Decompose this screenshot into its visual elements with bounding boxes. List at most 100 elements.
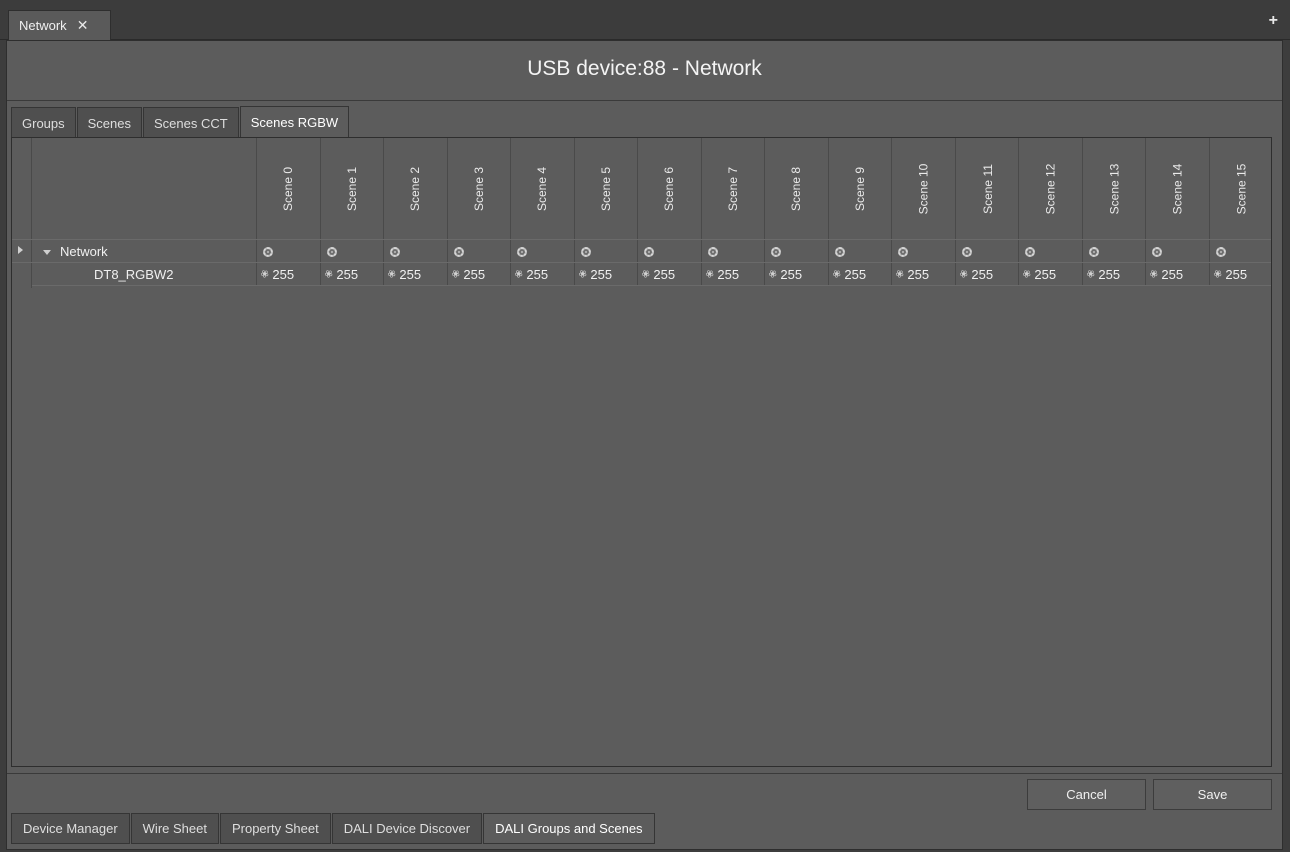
- tree-label-network: Network: [60, 244, 108, 259]
- scene-level-cell[interactable]: ❀ 255: [955, 263, 1019, 286]
- column-header-scene-11[interactable]: Scene 11: [955, 138, 1019, 240]
- column-header-scene-7[interactable]: Scene 7: [701, 138, 765, 240]
- column-header-scene-13[interactable]: Scene 13: [1082, 138, 1146, 240]
- tab-device-manager[interactable]: Device Manager: [11, 813, 130, 844]
- column-header-label: Scene 1: [345, 166, 360, 212]
- tab-scenes-rgbw[interactable]: Scenes RGBW: [239, 106, 350, 138]
- group-scene-cell[interactable]: [955, 240, 1019, 263]
- scenes-grid: Scene 0 Scene 1 Scene 2 Scene 3 Scene 4 Scene…: [11, 137, 1272, 767]
- close-icon[interactable]: ✕: [77, 17, 89, 34]
- chevron-down-icon[interactable]: [43, 250, 51, 255]
- gear-icon: [1216, 246, 1226, 257]
- view-tabs: Device Manager Wire Sheet Property Sheet…: [11, 813, 656, 844]
- save-button[interactable]: Save: [1153, 779, 1272, 810]
- column-header-scene-0[interactable]: Scene 0: [256, 138, 320, 240]
- chevron-right-icon[interactable]: [18, 246, 23, 254]
- gear-icon: [771, 246, 781, 257]
- column-header-label: Scene 0: [281, 166, 296, 212]
- group-scene-cell[interactable]: [701, 240, 765, 263]
- scene-level-value: 255: [1225, 267, 1248, 282]
- scene-level-cell[interactable]: ❀ 255: [447, 263, 511, 286]
- column-header-label: Scene 10: [916, 163, 931, 215]
- scene-level-cell[interactable]: ❀ 255: [701, 263, 765, 286]
- column-header-scene-12[interactable]: Scene 12: [1018, 138, 1082, 240]
- column-header-label: Scene 15: [1234, 163, 1249, 215]
- tree-row-network[interactable]: Network: [12, 240, 1271, 263]
- scene-level-cell[interactable]: ❀ 255: [637, 263, 701, 286]
- tree-row-dt8-rgbw2[interactable]: DT8_RGBW2 ❀ 255 ❀ 255 ❀ 255 ❀ 255 ❀ 255 ❀ 255 ❀ 255 ❀ 2…: [12, 263, 1271, 286]
- group-scene-cell[interactable]: [1145, 240, 1209, 263]
- scene-level-cell[interactable]: ❀ 255: [828, 263, 892, 286]
- network-document-tab[interactable]: Network ✕: [8, 10, 111, 40]
- column-header-scene-6[interactable]: Scene 6: [637, 138, 701, 240]
- scene-level-cell[interactable]: ❀ 255: [1018, 263, 1082, 286]
- group-scene-cell[interactable]: [510, 240, 574, 263]
- scene-level-cell[interactable]: ❀ 255: [764, 263, 828, 286]
- column-header-scene-5[interactable]: Scene 5: [574, 138, 638, 240]
- tab-scenes-cct[interactable]: Scenes CCT: [143, 107, 239, 138]
- column-header-scene-15[interactable]: Scene 15: [1209, 138, 1271, 240]
- tab-scenes[interactable]: Scenes: [76, 107, 143, 138]
- column-header-label: Scene 11: [980, 164, 995, 214]
- cancel-button[interactable]: Cancel: [1027, 779, 1146, 810]
- group-scene-cell[interactable]: [320, 240, 384, 263]
- group-scene-cell[interactable]: [256, 240, 320, 263]
- scene-level-cell[interactable]: ❀ 255: [256, 263, 320, 286]
- tab-wire-sheet[interactable]: Wire Sheet: [130, 813, 219, 844]
- row-divider: [32, 285, 1271, 286]
- scene-level-cell[interactable]: ❀ 255: [510, 263, 574, 286]
- tree-label-device: DT8_RGBW2: [94, 267, 174, 282]
- column-header-label: Scene 2: [408, 166, 423, 212]
- scene-level-cell[interactable]: ❀ 255: [383, 263, 447, 286]
- group-scene-cell[interactable]: [574, 240, 638, 263]
- group-scene-cell[interactable]: [383, 240, 447, 263]
- column-header-scene-1[interactable]: Scene 1: [320, 138, 384, 240]
- column-header-scene-2[interactable]: Scene 2: [383, 138, 447, 240]
- scene-level-value: 255: [844, 267, 867, 282]
- scene-level-cell[interactable]: ❀ 255: [1209, 263, 1271, 286]
- scene-level-value: 255: [463, 267, 486, 282]
- tab-dali-device-discover[interactable]: DALI Device Discover: [331, 813, 483, 844]
- tab-dali-groups-and-scenes[interactable]: DALI Groups and Scenes: [483, 813, 655, 844]
- fan-icon: ❀: [703, 267, 717, 282]
- tab-groups[interactable]: Groups: [11, 107, 76, 138]
- scene-level-cell[interactable]: ❀ 255: [1145, 263, 1209, 286]
- tab-property-sheet[interactable]: Property Sheet: [219, 813, 331, 844]
- fan-icon: ❀: [1084, 267, 1098, 282]
- scene-level-value: 255: [399, 267, 422, 282]
- column-header-scene-9[interactable]: Scene 9: [828, 138, 892, 240]
- column-header-scene-3[interactable]: Scene 3: [447, 138, 511, 240]
- gear-icon: [263, 246, 273, 257]
- gear-icon: [1089, 246, 1099, 257]
- column-header-scene-8[interactable]: Scene 8: [764, 138, 828, 240]
- title-divider: [7, 100, 1282, 101]
- scene-level-value: 255: [653, 267, 676, 282]
- document-tab-label: Network: [19, 18, 67, 33]
- group-scene-cell[interactable]: [447, 240, 511, 263]
- column-header-scene-10[interactable]: Scene 10: [891, 138, 955, 240]
- scene-type-tabs: Groups Scenes Scenes CCT Scenes RGBW: [11, 106, 350, 138]
- group-scene-cell[interactable]: [891, 240, 955, 263]
- scene-level-cell[interactable]: ❀ 255: [320, 263, 384, 286]
- column-header-scene-4[interactable]: Scene 4: [510, 138, 574, 240]
- fan-icon: ❀: [322, 267, 336, 282]
- group-scene-cell[interactable]: [1018, 240, 1082, 263]
- gear-icon: [1025, 246, 1035, 257]
- scene-level-cell[interactable]: ❀ 255: [574, 263, 638, 286]
- fan-icon: ❀: [1211, 267, 1225, 282]
- scene-level-cell[interactable]: ❀ 255: [1082, 263, 1146, 286]
- group-scene-cell[interactable]: [1209, 240, 1271, 263]
- group-scene-cell[interactable]: [637, 240, 701, 263]
- scene-level-cell[interactable]: ❀ 255: [891, 263, 955, 286]
- scene-level-value: 255: [1034, 267, 1057, 282]
- column-header-scene-14[interactable]: Scene 14: [1145, 138, 1209, 240]
- column-header-label: Scene 13: [1107, 163, 1122, 215]
- scene-level-value: 255: [526, 267, 549, 282]
- add-tab-icon[interactable]: +: [1269, 12, 1278, 30]
- group-scene-cell[interactable]: [828, 240, 892, 263]
- group-scene-cell[interactable]: [764, 240, 828, 263]
- fan-icon: ❀: [576, 267, 590, 282]
- gear-icon: [962, 246, 972, 257]
- group-scene-cell[interactable]: [1082, 240, 1146, 263]
- scene-level-value: 255: [971, 267, 994, 282]
